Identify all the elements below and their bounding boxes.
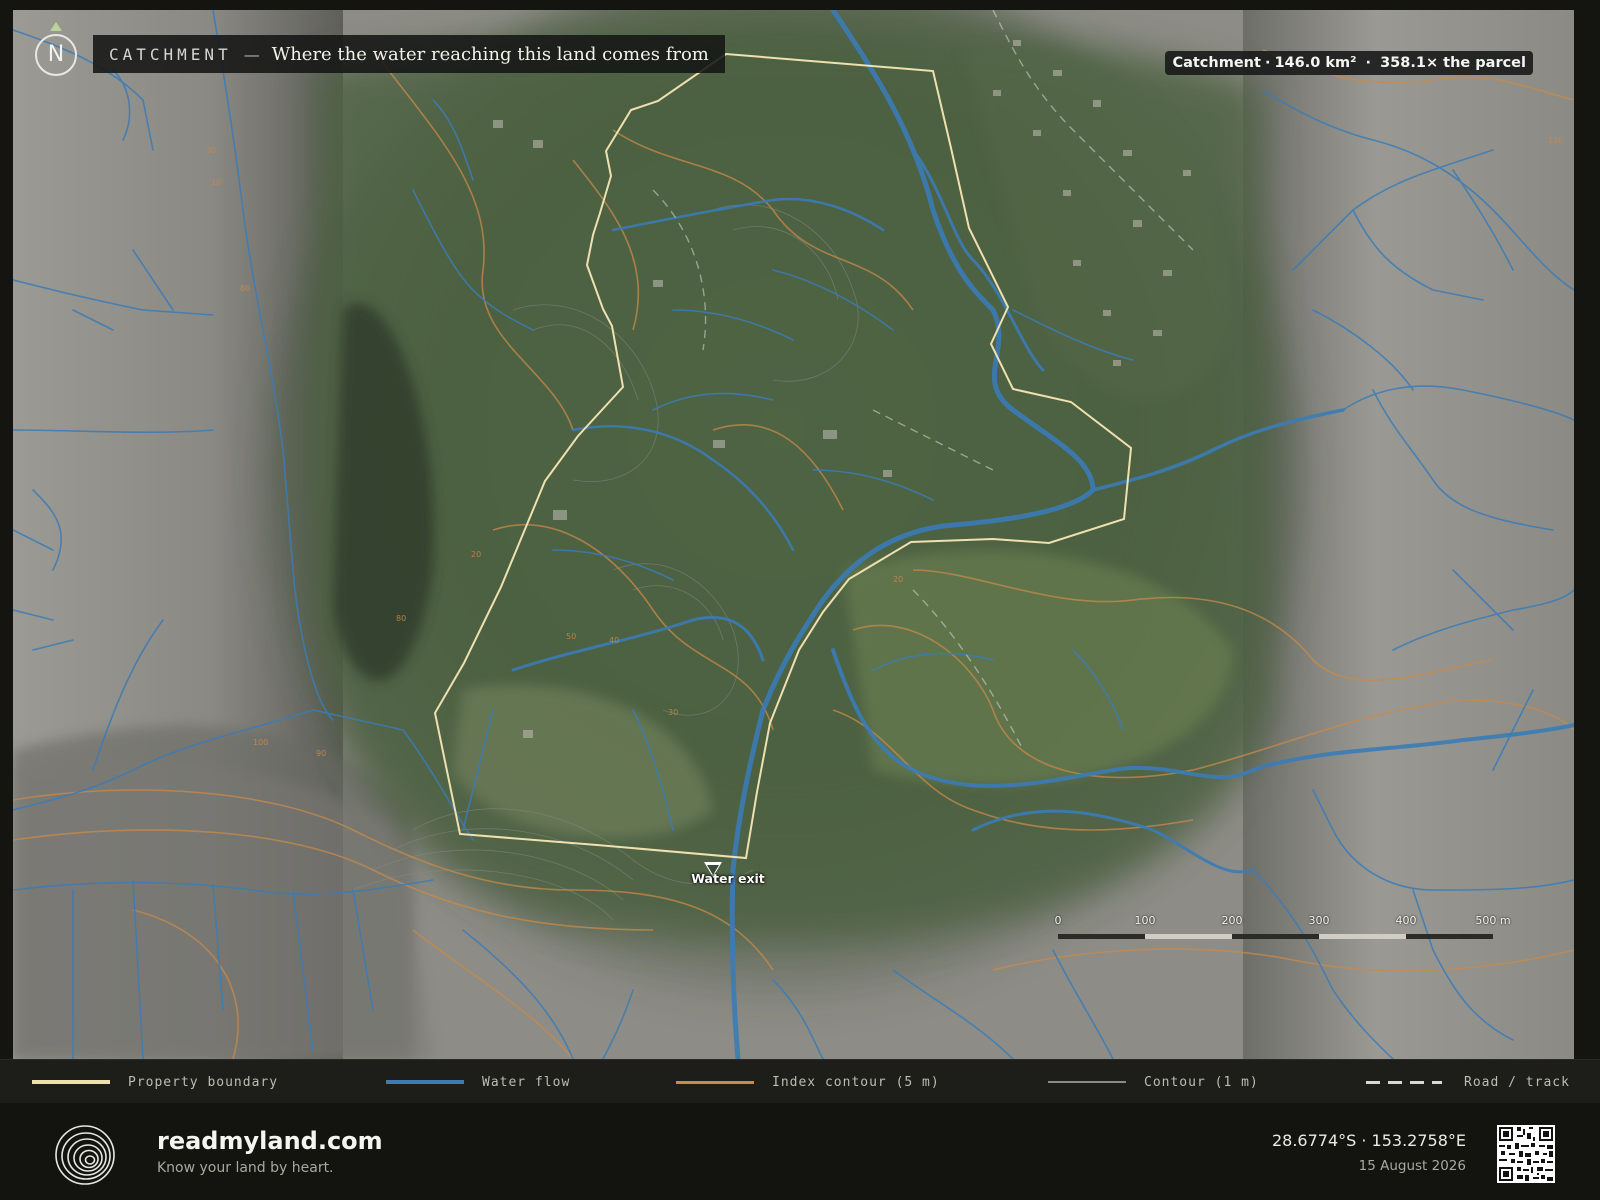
qr-code-icon[interactable] xyxy=(1497,1125,1555,1183)
legend-item-water: Water flow xyxy=(386,1072,570,1092)
contour-label: 80 xyxy=(240,284,250,293)
map-title: CATCHMENT — Where the water reaching thi… xyxy=(93,35,725,73)
contour-label: 50 xyxy=(566,632,576,641)
contour-label: 80 xyxy=(396,614,406,623)
catchment-stat-badge: Catchment · 146.0 km² · 358.1× the parce… xyxy=(1165,51,1533,75)
stat-area: 146.0 km² xyxy=(1274,55,1357,71)
boundary-swatch-icon xyxy=(32,1080,110,1084)
map-view[interactable]: 20 80 100 90 50 40 30 20 80 30 120 10 N … xyxy=(13,10,1574,1059)
map-canvas[interactable]: 20 80 100 90 50 40 30 20 80 30 120 10 xyxy=(13,10,1574,1059)
legend-item-contour: Contour (1 m) xyxy=(1048,1072,1259,1092)
contour-label: 30 xyxy=(668,708,678,717)
scale-tick: 300 xyxy=(1308,914,1330,927)
legend-label: Contour (1 m) xyxy=(1144,1074,1259,1090)
title-separator: — xyxy=(243,44,260,64)
water-swatch-icon xyxy=(386,1080,464,1084)
scale-bar: 0 100 200 300 400 500 m xyxy=(1053,914,1513,954)
stat-label: Catchment xyxy=(1172,55,1261,71)
scale-tick: 0 xyxy=(1054,914,1062,927)
brand-name[interactable]: readmyland.com xyxy=(157,1127,383,1155)
footer: readmyland.com Know your land by heart. … xyxy=(0,1103,1600,1200)
legend-item-road: Road / track xyxy=(1366,1072,1570,1092)
legend-label: Water flow xyxy=(482,1074,571,1090)
contour-label: 120 xyxy=(1548,136,1563,145)
scale-segment xyxy=(1145,934,1232,939)
legend-label: Road / track xyxy=(1464,1074,1570,1090)
title-kicker: CATCHMENT xyxy=(109,44,232,64)
north-arrow: N xyxy=(33,22,79,80)
stat-ratio: 358.1× the parcel xyxy=(1380,55,1526,71)
coordinates: 28.6774°S · 153.2758°E xyxy=(1271,1131,1466,1150)
north-pointer-icon xyxy=(50,22,62,31)
scale-segment xyxy=(1406,934,1493,939)
scale-tick: 400 xyxy=(1395,914,1417,927)
scale-tick: 200 xyxy=(1221,914,1243,927)
index-contour-swatch-icon xyxy=(676,1080,754,1084)
scale-segment xyxy=(1232,934,1319,939)
legend-label: Index contour (5 m) xyxy=(772,1074,940,1090)
road-swatch-icon xyxy=(1366,1080,1442,1084)
scale-tick: 500 m xyxy=(1475,914,1511,927)
legend-item-boundary: Property boundary xyxy=(32,1072,278,1092)
scale-segment xyxy=(1319,934,1406,939)
contour-label: 100 xyxy=(253,738,268,747)
contour-swatch-icon xyxy=(1048,1081,1126,1083)
contour-label: 30 xyxy=(206,146,216,155)
contour-label: 20 xyxy=(893,575,903,584)
contour-label: 20 xyxy=(471,550,481,559)
contour-label: 40 xyxy=(609,636,619,645)
scale-segment xyxy=(1058,934,1145,939)
legend-label: Property boundary xyxy=(128,1074,279,1090)
contour-label: 10 xyxy=(211,178,221,187)
brand-tagline: Know your land by heart. xyxy=(157,1160,334,1176)
map-date: 15 August 2026 xyxy=(1358,1158,1466,1174)
scale-tick: 100 xyxy=(1134,914,1156,927)
map-legend: Property boundary Water flow Index conto… xyxy=(0,1059,1600,1104)
legend-item-index-contour: Index contour (5 m) xyxy=(676,1072,940,1092)
compass-icon: N xyxy=(35,34,77,76)
concentric-rings-icon xyxy=(55,1125,115,1185)
title-text: Where the water reaching this land comes… xyxy=(271,43,709,65)
contour-label: 90 xyxy=(316,749,326,758)
water-exit-label: Water exit xyxy=(691,871,765,886)
